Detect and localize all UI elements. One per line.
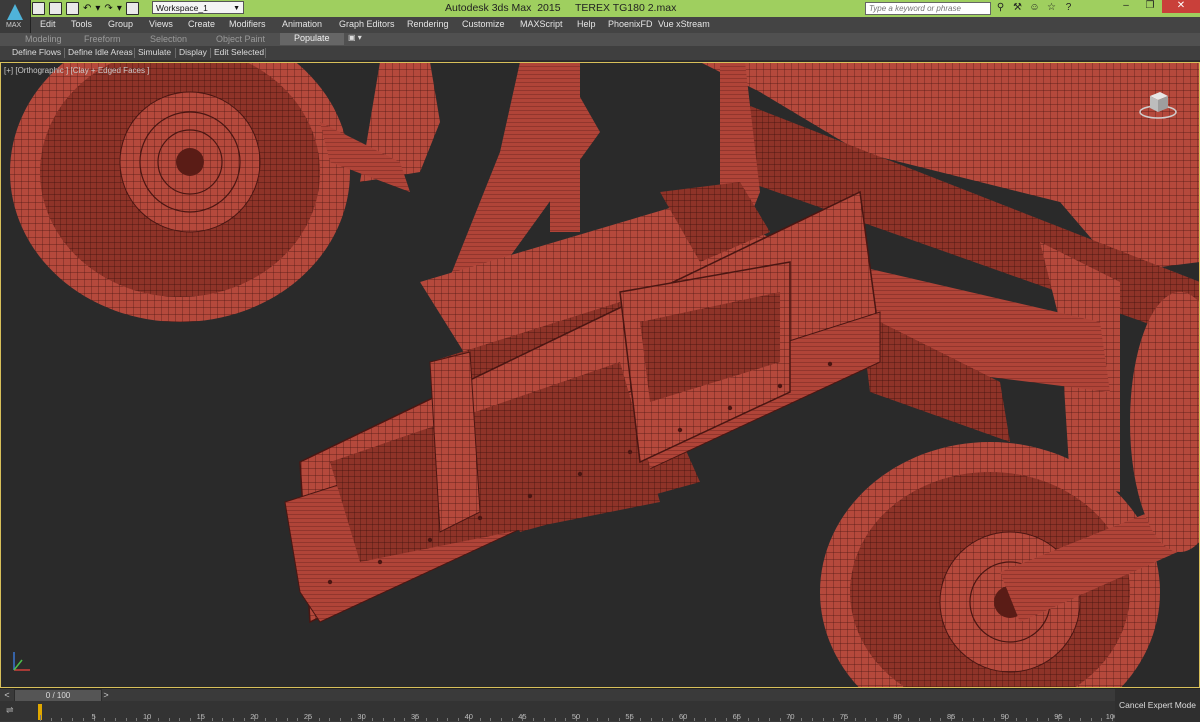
menu-customize[interactable]: Customize [462, 19, 505, 29]
timeline-tick [40, 715, 41, 721]
app-logo-icon [7, 4, 23, 20]
simulate-button[interactable]: Simulate [138, 47, 171, 57]
redo-dropdown-icon[interactable]: ▾ [117, 3, 122, 14]
timeline-tick-label: 55 [625, 712, 634, 721]
menu-animation[interactable]: Animation [282, 19, 322, 29]
close-icon[interactable]: ✕ [1162, 0, 1200, 13]
mini-curve-editor-icon[interactable]: ⇌ [6, 705, 18, 716]
project-folder-icon[interactable] [125, 2, 139, 15]
workspace-select[interactable]: Workspace_1 ▼ [152, 1, 244, 14]
define-flows-button[interactable]: Define Flows [12, 47, 61, 57]
time-slider[interactable]: < 0 / 100 > [0, 689, 112, 702]
timeline-tick-label: 25 [303, 712, 313, 721]
maximize-icon[interactable]: ❐ [1138, 0, 1162, 13]
time-slider-next-icon[interactable]: > [100, 690, 112, 700]
separator [134, 48, 135, 58]
new-file-icon[interactable] [32, 2, 45, 15]
binoculars-icon[interactable]: ⚲ [995, 1, 1006, 15]
menu-modifiers[interactable]: Modifiers [229, 19, 266, 29]
timeline-tick-label: 35 [411, 712, 420, 721]
menu-graph-editors[interactable]: Graph Editors [339, 19, 395, 29]
timeline-tick-label: 90 [1000, 712, 1009, 721]
menu-maxscript[interactable]: MAXScript [520, 19, 563, 29]
timeline-tick-label: 10 [143, 712, 152, 721]
menu-tools[interactable]: Tools [71, 19, 92, 29]
timeline-tick-label: 65 [732, 712, 741, 721]
viewcube-icon[interactable] [1138, 84, 1178, 124]
redo-icon[interactable]: ↷ [104, 3, 112, 14]
workspace-label: Workspace_1 [156, 3, 208, 13]
menu-views[interactable]: Views [149, 19, 173, 29]
undo-dropdown-icon[interactable]: ▾ [95, 3, 100, 14]
menu-vue-xstream[interactable]: Vue xStream [658, 19, 710, 29]
menu-help[interactable]: Help [577, 19, 596, 29]
viewport-label[interactable]: [+] [Orthographic ] [Clay + Edged Faces … [4, 66, 149, 75]
open-file-icon[interactable] [49, 2, 62, 15]
timeline-tick-label: 50 [571, 712, 581, 721]
window-controls: – ❐ ✕ [1114, 0, 1200, 13]
tab-selection[interactable]: Selection [150, 34, 187, 44]
minimize-icon[interactable]: – [1114, 0, 1138, 13]
user-icon[interactable]: ☺ [1029, 1, 1040, 15]
display-button[interactable]: Display [179, 47, 207, 57]
menu-group[interactable]: Group [108, 19, 133, 29]
separator [265, 48, 266, 58]
menu-bar: Edit Tools Group Views Create Modifiers … [30, 17, 1200, 33]
timeline-tick-label: 80 [893, 712, 902, 721]
ribbon-minimize-icon[interactable]: ▣ ▾ [348, 33, 362, 42]
timeline-tick-label: 85 [947, 712, 956, 721]
timeline-tick-label: 30 [357, 712, 366, 721]
define-idle-areas-button[interactable]: Define Idle Areas [68, 47, 133, 57]
app-logo-button[interactable]: MAX [0, 0, 31, 33]
time-slider-prev-icon[interactable]: < [0, 690, 14, 700]
tab-object-paint[interactable]: Object Paint [216, 34, 265, 44]
menu-edit[interactable]: Edit [40, 19, 56, 29]
separator [210, 48, 211, 58]
timeline-tick-label: 20 [250, 712, 259, 721]
star-icon[interactable]: ☆ [1046, 1, 1057, 15]
title-bar: ↶ ▾ ↷ ▾ Workspace_1 ▼ Autodesk 3ds Max 20… [0, 0, 1200, 17]
help-icon[interactable]: ? [1063, 1, 1074, 15]
menu-rendering[interactable]: Rendering [407, 19, 449, 29]
separator [175, 48, 176, 58]
quick-access-toolbar: ↶ ▾ ↷ ▾ [32, 1, 139, 16]
timeline-tick-label: 60 [679, 712, 688, 721]
edit-selected-button[interactable]: Edit Selected [214, 47, 264, 57]
time-slider-area: < 0 / 100 > ⇌ 5 10 15 20 25 30 35 40 45 50 55 60 65 7… [0, 688, 1200, 722]
ribbon-tabs: Modeling Freeform Selection Object Paint… [0, 33, 1200, 46]
tab-freeform[interactable]: Freeform [84, 34, 121, 44]
menu-create[interactable]: Create [188, 19, 215, 29]
front-left-wheel [10, 62, 350, 322]
populate-panel: Define Flows Define Idle Areas Simulate … [0, 46, 1200, 61]
separator [64, 48, 65, 58]
timeline-tick-label: 95 [1054, 712, 1063, 721]
search-input[interactable] [865, 2, 991, 15]
grader-model-render [10, 62, 1200, 688]
tools-icon[interactable]: ⚒ [1012, 1, 1023, 15]
save-file-icon[interactable] [66, 2, 79, 15]
cancel-expert-mode-button[interactable]: Cancel Expert Mode [1115, 689, 1200, 722]
chevron-down-icon: ▼ [233, 5, 240, 12]
timeline-tick-label: 70 [786, 712, 795, 721]
timeline-tick-label: 75 [839, 712, 849, 721]
menu-phoenixfd[interactable]: PhoenixFD [608, 19, 653, 29]
undo-icon[interactable]: ↶ [83, 3, 91, 14]
timeline-tick-label: 40 [464, 712, 473, 721]
app-logo-label: MAX [6, 22, 22, 29]
timeline-tick-label: 45 [518, 712, 527, 721]
tab-populate[interactable]: Populate [280, 33, 344, 45]
timeline-tick-label: 5 [91, 712, 96, 721]
axis-tripod-icon [13, 652, 30, 671]
tab-modeling[interactable]: Modeling [25, 34, 62, 44]
timeline-tick-label: 15 [196, 712, 205, 721]
perspective-viewport[interactable]: [+] [Orthographic ] [Clay + Edged Faces … [0, 62, 1200, 688]
window-title: Autodesk 3ds Max 2015 TEREX TG180 2.max [445, 2, 677, 14]
infocenter-icons: ⚲ ⚒ ☺ ☆ ? [995, 1, 1074, 15]
timeline-track[interactable]: ⇌ 5 10 15 20 25 30 35 40 45 50 55 60 65 70 75 80 85 90 95 1… [0, 701, 1118, 721]
